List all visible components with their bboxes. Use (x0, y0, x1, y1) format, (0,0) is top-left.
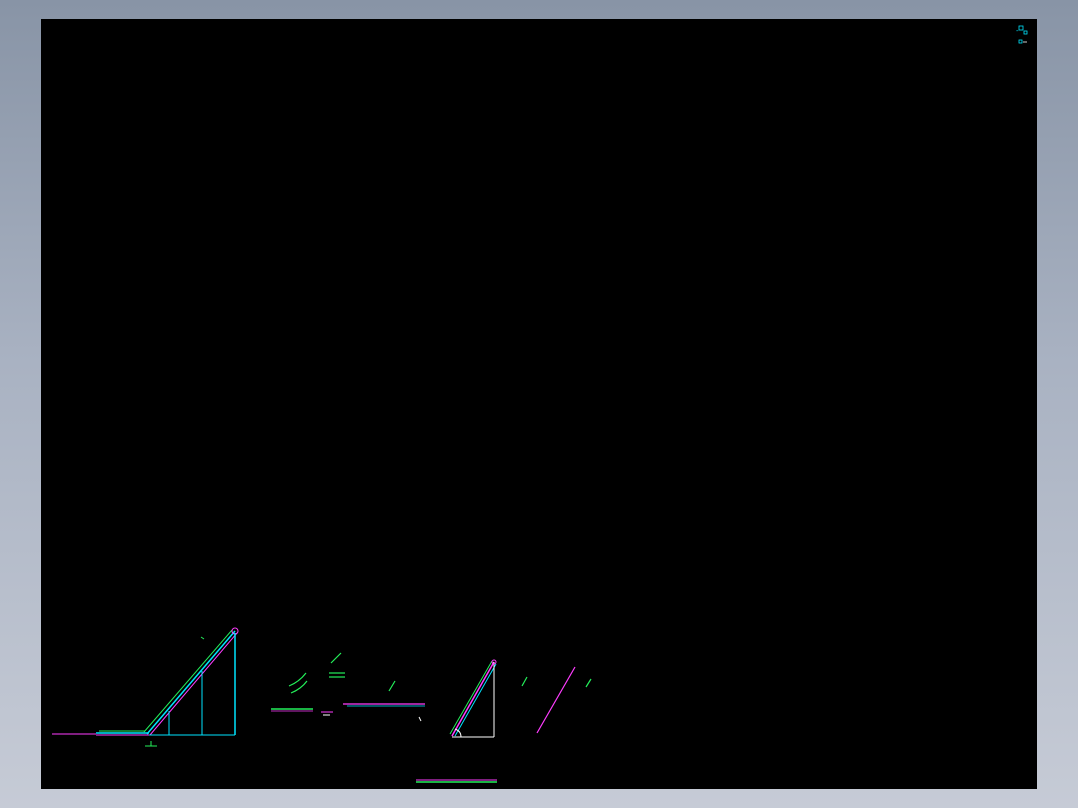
elevation-view (52, 627, 239, 747)
cad-drawing-canvas: - (52, 25, 1028, 783)
incline-member (451, 661, 495, 737)
view-cube-icon[interactable]: - (1016, 25, 1028, 44)
incline-side-view (449, 659, 497, 738)
section-sketches (521, 666, 592, 734)
long-diagonal (536, 666, 576, 734)
incline-belt-line (146, 630, 236, 735)
detail-sketches (271, 652, 425, 722)
scale-bar (416, 779, 497, 783)
drawing-viewport[interactable]: - (41, 19, 1037, 789)
svg-text:-: - (1016, 27, 1019, 35)
